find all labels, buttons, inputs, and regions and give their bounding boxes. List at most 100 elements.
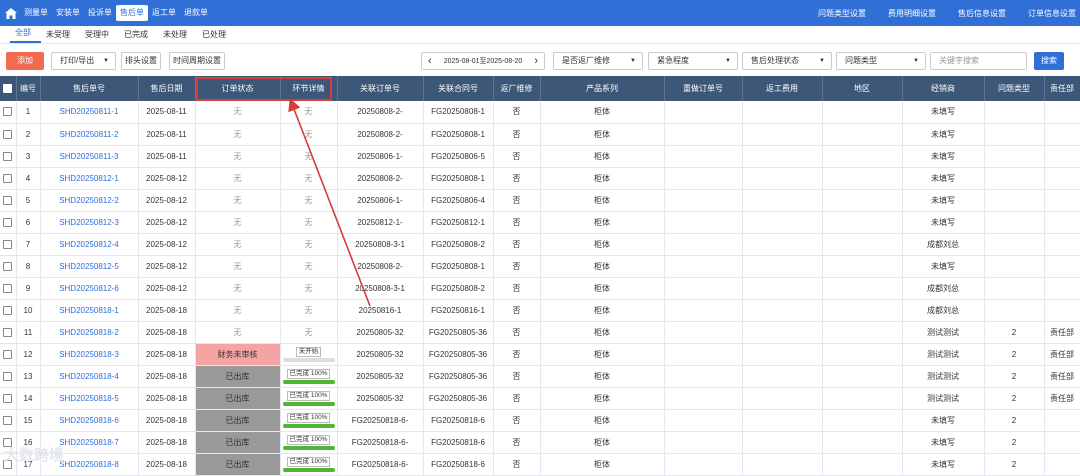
select-all-cell[interactable] [0, 76, 17, 101]
status-tab[interactable]: 受理中 [80, 29, 119, 43]
row-checkbox[interactable] [3, 305, 13, 315]
aftersales-number-link[interactable]: SHD20250812-5 [40, 255, 139, 278]
table-row[interactable]: 12 SHD20250818-3 2025-08-18 财务未审核 未开始 2025080… [0, 343, 1080, 366]
search-button[interactable]: 搜索 [1034, 52, 1064, 70]
aftersales-number-link[interactable]: SHD20250818-6 [40, 409, 139, 432]
stage-detail-cell[interactable]: 已完成 100% [280, 365, 338, 388]
aftersales-number-link[interactable]: SHD20250811-1 [40, 101, 139, 124]
settings-link[interactable]: 售后信息设置 [958, 8, 1006, 19]
column-header[interactable]: 关联合同号 [423, 76, 494, 101]
keyword-search-input[interactable]: 关键字搜索 [930, 52, 1027, 70]
column-header[interactable]: 产品系列 [540, 76, 665, 101]
row-checkbox[interactable] [3, 195, 13, 205]
column-header[interactable]: 售后日期 [138, 76, 196, 101]
table-row[interactable]: 5 SHD20250812-2 2025-08-12 无无 20250806-1- FG2… [0, 189, 1080, 212]
table-row[interactable]: 16 SHD20250818-7 2025-08-18 已出库 已完成 100% FG20… [0, 431, 1080, 454]
row-select-cell[interactable] [0, 277, 17, 300]
table-row[interactable]: 1 SHD20250811-1 2025-08-11 无无 20250808-2- FG2… [0, 101, 1080, 124]
status-tab[interactable]: 未处理 [158, 29, 197, 43]
table-row[interactable]: 2 SHD20250811-2 2025-08-11 无无 20250808-2- FG2… [0, 123, 1080, 146]
settings-link[interactable]: 问题类型设置 [818, 8, 866, 19]
row-select-cell[interactable] [0, 343, 17, 366]
column-header[interactable]: 地区 [822, 76, 903, 101]
nav-item[interactable]: 返工单 [148, 5, 180, 21]
column-header[interactable]: 编号 [16, 76, 41, 101]
status-tab[interactable]: 未受理 [41, 29, 80, 43]
aftersales-number-link[interactable]: SHD20250818-5 [40, 387, 139, 410]
settings-link[interactable]: 订单信息设置 [1028, 8, 1076, 19]
status-tab[interactable]: 全部 [10, 27, 41, 43]
issue-type-filter[interactable]: 问题类型 ▼ [836, 52, 926, 70]
table-row[interactable]: 8 SHD20250812-5 2025-08-12 无无 20250808-2- FG2… [0, 255, 1080, 278]
row-select-cell[interactable] [0, 189, 17, 212]
nav-item[interactable]: 退款单 [180, 5, 212, 21]
table-row[interactable]: 4 SHD20250812-1 2025-08-12 无无 20250808-2- FG2… [0, 167, 1080, 190]
aftersales-number-link[interactable]: SHD20250812-1 [40, 167, 139, 190]
factory-repair-filter[interactable]: 是否返厂维修 ▼ [553, 52, 643, 70]
stage-detail-cell[interactable]: 未开始 [280, 343, 338, 366]
row-select-cell[interactable] [0, 123, 17, 146]
row-select-cell[interactable] [0, 387, 17, 410]
row-checkbox[interactable] [3, 173, 13, 183]
table-row[interactable]: 15 SHD20250818-6 2025-08-18 已出库 已完成 100% FG20… [0, 409, 1080, 432]
row-select-cell[interactable] [0, 299, 17, 322]
row-select-cell[interactable] [0, 167, 17, 190]
column-header[interactable]: 订单状态 [195, 76, 281, 101]
add-button[interactable]: 添加 [6, 52, 44, 70]
aftersales-number-link[interactable]: SHD20250812-3 [40, 211, 139, 234]
row-checkbox[interactable] [3, 261, 13, 271]
aftersales-number-link[interactable]: SHD20250818-3 [40, 343, 139, 366]
table-row[interactable]: 13 SHD20250818-4 2025-08-18 已出库 已完成 100% 2025… [0, 365, 1080, 388]
column-header[interactable]: 重做订单号 [664, 76, 743, 101]
stage-detail-cell[interactable]: 已完成 100% [280, 431, 338, 454]
table-row[interactable]: 14 SHD20250818-5 2025-08-18 已出库 已完成 100% 2025… [0, 387, 1080, 410]
aftersales-number-link[interactable]: SHD20250811-2 [40, 123, 139, 146]
home-icon[interactable] [2, 0, 20, 26]
table-row[interactable]: 10 SHD20250818-1 2025-08-18 无无 20250816-1 FG2… [0, 299, 1080, 322]
nav-item[interactable]: 售后单 [116, 5, 148, 21]
row-checkbox[interactable] [3, 129, 13, 139]
row-checkbox[interactable] [3, 371, 13, 381]
row-checkbox[interactable] [3, 349, 13, 359]
prev-period-icon[interactable]: ‹ [428, 53, 432, 69]
table-row[interactable]: 17 SHD20250818-8 2025-08-18 已出库 已完成 100% FG20… [0, 453, 1080, 476]
column-header[interactable]: 责任部 [1044, 76, 1080, 101]
nav-item[interactable]: 投诉单 [84, 5, 116, 21]
row-checkbox[interactable] [3, 217, 13, 227]
urgency-filter[interactable]: 紧急程度 ▼ [648, 52, 738, 70]
stage-detail-cell[interactable]: 已完成 100% [280, 387, 338, 410]
row-checkbox[interactable] [3, 415, 13, 425]
status-tab[interactable]: 已完成 [119, 29, 158, 43]
row-select-cell[interactable] [0, 233, 17, 256]
row-checkbox[interactable] [3, 151, 13, 161]
date-range-picker[interactable]: ‹ 2025-08-01至2025-08-20 › [421, 52, 545, 70]
row-checkbox[interactable] [3, 283, 13, 293]
row-select-cell[interactable] [0, 409, 17, 432]
aftersales-number-link[interactable]: SHD20250818-2 [40, 321, 139, 344]
stage-detail-cell[interactable]: 已完成 100% [280, 453, 338, 476]
column-header[interactable]: 问题类型 [984, 76, 1045, 101]
table-row[interactable]: 7 SHD20250812-4 2025-08-12 无无 20250808-3-1 FG… [0, 233, 1080, 256]
column-header[interactable]: 经销商 [902, 76, 985, 101]
row-checkbox[interactable] [3, 327, 13, 337]
aftersales-number-link[interactable]: SHD20250812-6 [40, 277, 139, 300]
row-checkbox[interactable] [3, 107, 13, 117]
row-select-cell[interactable] [0, 321, 17, 344]
status-tab[interactable]: 已处理 [197, 29, 236, 43]
row-select-cell[interactable] [0, 255, 17, 278]
table-row[interactable]: 6 SHD20250812-3 2025-08-12 无无 20250812-1- FG2… [0, 211, 1080, 234]
row-select-cell[interactable] [0, 211, 17, 234]
print-export-dropdown[interactable]: 打印/导出 ▼ [51, 52, 116, 70]
nav-item[interactable]: 安装单 [52, 5, 84, 21]
stage-detail-cell[interactable]: 已完成 100% [280, 409, 338, 432]
aftersales-number-link[interactable]: SHD20250818-4 [40, 365, 139, 388]
aftersales-number-link[interactable]: SHD20250812-4 [40, 233, 139, 256]
next-period-icon[interactable]: › [534, 53, 538, 69]
aftersales-number-link[interactable]: SHD20250812-2 [40, 189, 139, 212]
row-checkbox[interactable] [3, 393, 13, 403]
row-select-cell[interactable] [0, 365, 17, 388]
row-checkbox[interactable] [3, 239, 13, 249]
time-period-settings-button[interactable]: 时间周期设置 [169, 52, 225, 70]
aftersales-number-link[interactable]: SHD20250811-3 [40, 145, 139, 168]
select-all-checkbox[interactable] [3, 84, 13, 94]
